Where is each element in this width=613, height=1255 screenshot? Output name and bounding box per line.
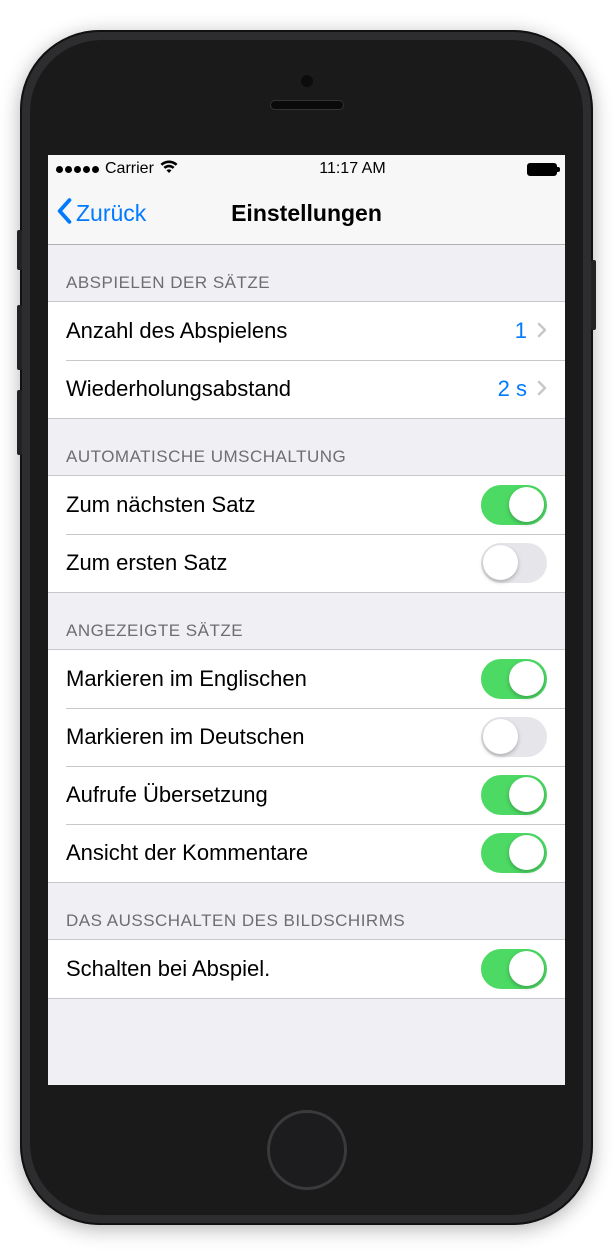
- screen: Carrier 11:17 AM Zurück Einstellungen: [48, 155, 565, 1085]
- volume-up-button: [17, 305, 22, 370]
- row-auto-first: Zum ersten Satz: [48, 534, 565, 592]
- row-label: Zum ersten Satz: [66, 550, 481, 576]
- chevron-right-icon: [537, 376, 547, 402]
- group-shown: Markieren im Englischen Markieren im Deu…: [48, 649, 565, 883]
- row-label: Anzahl des Abspielens: [66, 318, 515, 344]
- row-label: Zum nächsten Satz: [66, 492, 481, 518]
- section-header-screen: DAS AUSSCHALTEN DES BILDSCHIRMS: [48, 883, 565, 939]
- switch-mark-de[interactable]: [481, 717, 547, 757]
- back-label: Zurück: [76, 200, 146, 227]
- wifi-icon: [160, 160, 178, 179]
- carrier-label: Carrier: [105, 160, 154, 178]
- sensor: [301, 75, 313, 87]
- clock: 11:17 AM: [319, 160, 385, 178]
- switch-comments[interactable]: [481, 833, 547, 873]
- row-value: 1: [515, 318, 527, 344]
- section-header-shown: ANGEZEIGTE SÄTZE: [48, 593, 565, 649]
- settings-content[interactable]: ABSPIELEN DER SÄTZE Anzahl des Abspielen…: [48, 245, 565, 1085]
- home-button[interactable]: [267, 1110, 347, 1190]
- chevron-left-icon: [56, 198, 72, 230]
- switch-auto-first[interactable]: [481, 543, 547, 583]
- row-label: Wiederholungsabstand: [66, 376, 498, 402]
- group-play: Anzahl des Abspielens 1 Wiederholungsabs…: [48, 301, 565, 419]
- row-label: Ansicht der Kommentare: [66, 840, 481, 866]
- section-header-auto: AUTOMATISCHE UMSCHALTUNG: [48, 419, 565, 475]
- battery-icon: [527, 163, 557, 176]
- row-translation: Aufrufe Übersetzung: [48, 766, 565, 824]
- signal-dots-icon: [56, 166, 99, 173]
- row-mark-de: Markieren im Deutschen: [48, 708, 565, 766]
- row-mark-en: Markieren im Englischen: [48, 650, 565, 708]
- row-play-interval[interactable]: Wiederholungsabstand 2 s: [48, 360, 565, 418]
- switch-auto-next[interactable]: [481, 485, 547, 525]
- mute-switch: [17, 230, 22, 270]
- power-button: [591, 260, 596, 330]
- group-auto: Zum nächsten Satz Zum ersten Satz: [48, 475, 565, 593]
- row-screen-disable: Schalten bei Abspiel.: [48, 940, 565, 998]
- row-auto-next: Zum nächsten Satz: [48, 476, 565, 534]
- device-frame: Carrier 11:17 AM Zurück Einstellungen: [20, 30, 593, 1225]
- row-label: Markieren im Deutschen: [66, 724, 481, 750]
- back-button[interactable]: Zurück: [56, 198, 146, 230]
- row-play-count[interactable]: Anzahl des Abspielens 1: [48, 302, 565, 360]
- switch-translation[interactable]: [481, 775, 547, 815]
- volume-down-button: [17, 390, 22, 455]
- chevron-right-icon: [537, 318, 547, 344]
- row-label: Schalten bei Abspiel.: [66, 956, 481, 982]
- switch-mark-en[interactable]: [481, 659, 547, 699]
- row-comments: Ansicht der Kommentare: [48, 824, 565, 882]
- group-screen: Schalten bei Abspiel.: [48, 939, 565, 999]
- status-bar: Carrier 11:17 AM: [48, 155, 565, 183]
- row-value: 2 s: [498, 376, 527, 402]
- speaker: [270, 100, 344, 110]
- row-label: Aufrufe Übersetzung: [66, 782, 481, 808]
- nav-bar: Zurück Einstellungen: [48, 183, 565, 245]
- row-label: Markieren im Englischen: [66, 666, 481, 692]
- section-header-play: ABSPIELEN DER SÄTZE: [48, 245, 565, 301]
- switch-screen-disable[interactable]: [481, 949, 547, 989]
